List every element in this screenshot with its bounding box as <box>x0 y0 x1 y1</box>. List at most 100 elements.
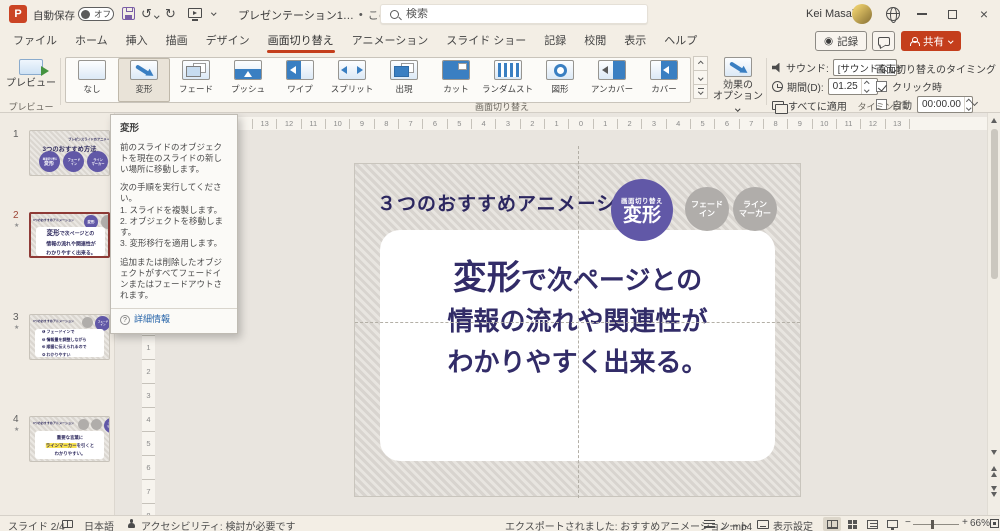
gallery-scroll-down-button[interactable] <box>693 70 708 85</box>
accessibility-icon[interactable] <box>127 519 136 529</box>
transition-item[interactable]: 出現 <box>378 58 430 102</box>
scroll-up-icon[interactable] <box>991 118 997 123</box>
spellcheck-book-icon[interactable] <box>62 520 73 528</box>
zoom-out-button[interactable]: − <box>905 517 911 528</box>
presence-globe-icon[interactable] <box>886 7 900 23</box>
search-input[interactable] <box>406 8 606 20</box>
transition-icon <box>286 60 314 80</box>
transition-item[interactable]: スプリット <box>326 58 378 102</box>
gallery-scroll-up-button[interactable] <box>693 56 708 71</box>
undo-chevron-icon[interactable] <box>154 13 160 19</box>
slide-thumbnail-4[interactable]: 3つのおすすめアニメーション ライン マーカー 重要な言葉に ラインマーカーを引… <box>29 416 110 462</box>
export-status[interactable]: エクスポートされました: おすすめアニメーション.mp4 <box>505 518 752 531</box>
scrollbar-thumb[interactable] <box>991 129 998 279</box>
scroll-down-icon[interactable] <box>991 450 997 455</box>
autosave-toggle[interactable]: オフ <box>78 7 114 21</box>
transition-item[interactable]: ワイプ <box>274 58 326 102</box>
ribbon-tab[interactable]: 画面切り替え <box>259 28 343 54</box>
effect-options-button[interactable]: 効果の オプション <box>712 57 764 113</box>
canvas-scrollbar[interactable] <box>987 113 1000 515</box>
transition-item[interactable]: ランダムストラ… <box>482 58 534 102</box>
ribbon-tab[interactable]: 描画 <box>157 28 197 54</box>
preview-icon <box>19 59 49 76</box>
ribbon-tab[interactable]: ホーム <box>66 28 117 54</box>
duration-spinner[interactable]: 01.25 <box>827 78 878 95</box>
powerpoint-logo-icon: P <box>9 5 27 23</box>
display-settings-button[interactable]: 表示設定 <box>773 518 813 531</box>
transition-item[interactable]: カバー <box>638 58 690 102</box>
display-settings-icon[interactable] <box>757 520 769 529</box>
transition-icon <box>442 60 470 80</box>
ribbon-tab[interactable]: スライド ショー <box>437 28 535 54</box>
thumb-circle-morph: 画面切り替え 変形 <box>39 151 60 172</box>
record-button[interactable]: ◉ 記録 <box>815 31 868 51</box>
close-button[interactable]: × <box>970 0 998 28</box>
ribbon-tab[interactable]: 挿入 <box>117 28 157 54</box>
slideshow-view-button[interactable] <box>883 517 901 531</box>
slide-number: 1 <box>13 129 19 140</box>
marker-badge-circle[interactable]: ライン マーカー <box>733 187 777 231</box>
reading-view-button[interactable] <box>863 517 881 531</box>
spinner-arrows-icon[interactable] <box>963 97 972 112</box>
zoom-level[interactable]: 66% <box>970 518 990 529</box>
ribbon-tab[interactable]: デザイン <box>197 28 259 54</box>
search-box[interactable] <box>380 4 648 24</box>
thumb-circle-marker: ライン マーカー <box>87 151 108 172</box>
effect-options-icon <box>724 57 752 77</box>
accessibility-status[interactable]: アクセシビリティ: 検討が必要です <box>141 518 295 531</box>
gallery-more-button[interactable] <box>693 84 708 99</box>
slide-thumbnail-3[interactable]: 3つのおすすめアニメーション フェード イン ❶ フェードインで ❷ 情報量を調整… <box>29 314 110 360</box>
fit-to-window-icon[interactable] <box>990 519 999 528</box>
slide-sorter-view-button[interactable] <box>843 517 861 531</box>
share-button[interactable]: 共有 <box>901 31 961 51</box>
slide-thumbnail-1[interactable]: プレゼンスライドのアニメーション 3つのおすすめ方法 画面切り替え 変形 フェー… <box>29 130 110 176</box>
next-slide-button[interactable] <box>991 486 997 497</box>
learn-more-link[interactable]: ? 詳細情報 <box>120 314 228 326</box>
save-icon[interactable] <box>122 7 135 20</box>
help-question-icon: ? <box>120 315 130 326</box>
ribbon-tab[interactable]: ヘルプ <box>655 28 706 54</box>
after-time-spinner[interactable]: 00:00.00 <box>917 96 973 113</box>
redo-button[interactable]: ↻ <box>165 6 176 22</box>
checkbox-checked-icon[interactable] <box>876 81 887 92</box>
comments-button[interactable] <box>872 31 895 51</box>
preview-button[interactable]: プレビュー <box>6 57 56 89</box>
transition-item[interactable]: プッシュ <box>222 58 274 102</box>
restore-button[interactable] <box>938 0 966 28</box>
user-avatar[interactable] <box>852 4 872 24</box>
language-indicator[interactable]: 日本語 <box>84 518 114 531</box>
ribbon-tab[interactable]: 記録 <box>535 28 575 54</box>
quick-access-more-icon[interactable] <box>211 10 217 16</box>
transition-item[interactable]: なし <box>66 58 118 102</box>
zoom-in-button[interactable]: + <box>962 517 968 528</box>
fadein-badge-circle[interactable]: フェード イン <box>685 187 729 231</box>
slide-indicator[interactable]: スライド 2/4 <box>8 518 65 531</box>
apply-all-button[interactable]: すべてに適用 <box>772 98 847 114</box>
ribbon-tab[interactable]: 表示 <box>615 28 655 54</box>
transition-item[interactable]: カット <box>430 58 482 102</box>
zoom-slider[interactable] <box>913 520 959 529</box>
minimize-button[interactable] <box>908 0 936 28</box>
previous-slide-button[interactable] <box>991 466 997 477</box>
transition-item[interactable]: 変形 <box>118 58 170 102</box>
comment-bubble-icon <box>877 36 890 46</box>
notes-button[interactable]: ノート <box>719 518 749 531</box>
transition-item[interactable]: フェード <box>170 58 222 102</box>
timing-group-label: タイミング <box>857 102 903 112</box>
transition-item[interactable]: 図形 <box>534 58 586 102</box>
undo-button[interactable]: ↺ <box>141 6 152 22</box>
slide-thumbnail-2-selected[interactable]: 3つのおすすめアニメーション 変形 変形で次ページとの 情報の流れや関連性が わ… <box>29 212 110 258</box>
ribbon-tab[interactable]: アニメーション <box>343 28 438 54</box>
morph-badge-circle[interactable]: 画面切り替え 変形 <box>611 179 673 241</box>
normal-view-button[interactable] <box>823 517 841 531</box>
notes-icon[interactable] <box>704 520 715 529</box>
on-click-checkbox-row[interactable]: クリック時 <box>876 79 942 94</box>
present-from-beginning-icon[interactable] <box>188 8 202 21</box>
powerpoint-window: P 自動保存 オフ ↺ ↻ プレゼンテーション1… • この PC に保存済み … <box>0 0 1000 531</box>
ribbon-tab[interactable]: ファイル <box>4 28 66 54</box>
horizontal-guide[interactable] <box>355 322 800 323</box>
ribbon-tab[interactable]: 校閲 <box>575 28 615 54</box>
spinner-arrows-icon[interactable] <box>860 79 872 94</box>
transition-item[interactable]: アンカバー <box>586 58 638 102</box>
zoom-slider-thumb[interactable] <box>931 520 934 529</box>
